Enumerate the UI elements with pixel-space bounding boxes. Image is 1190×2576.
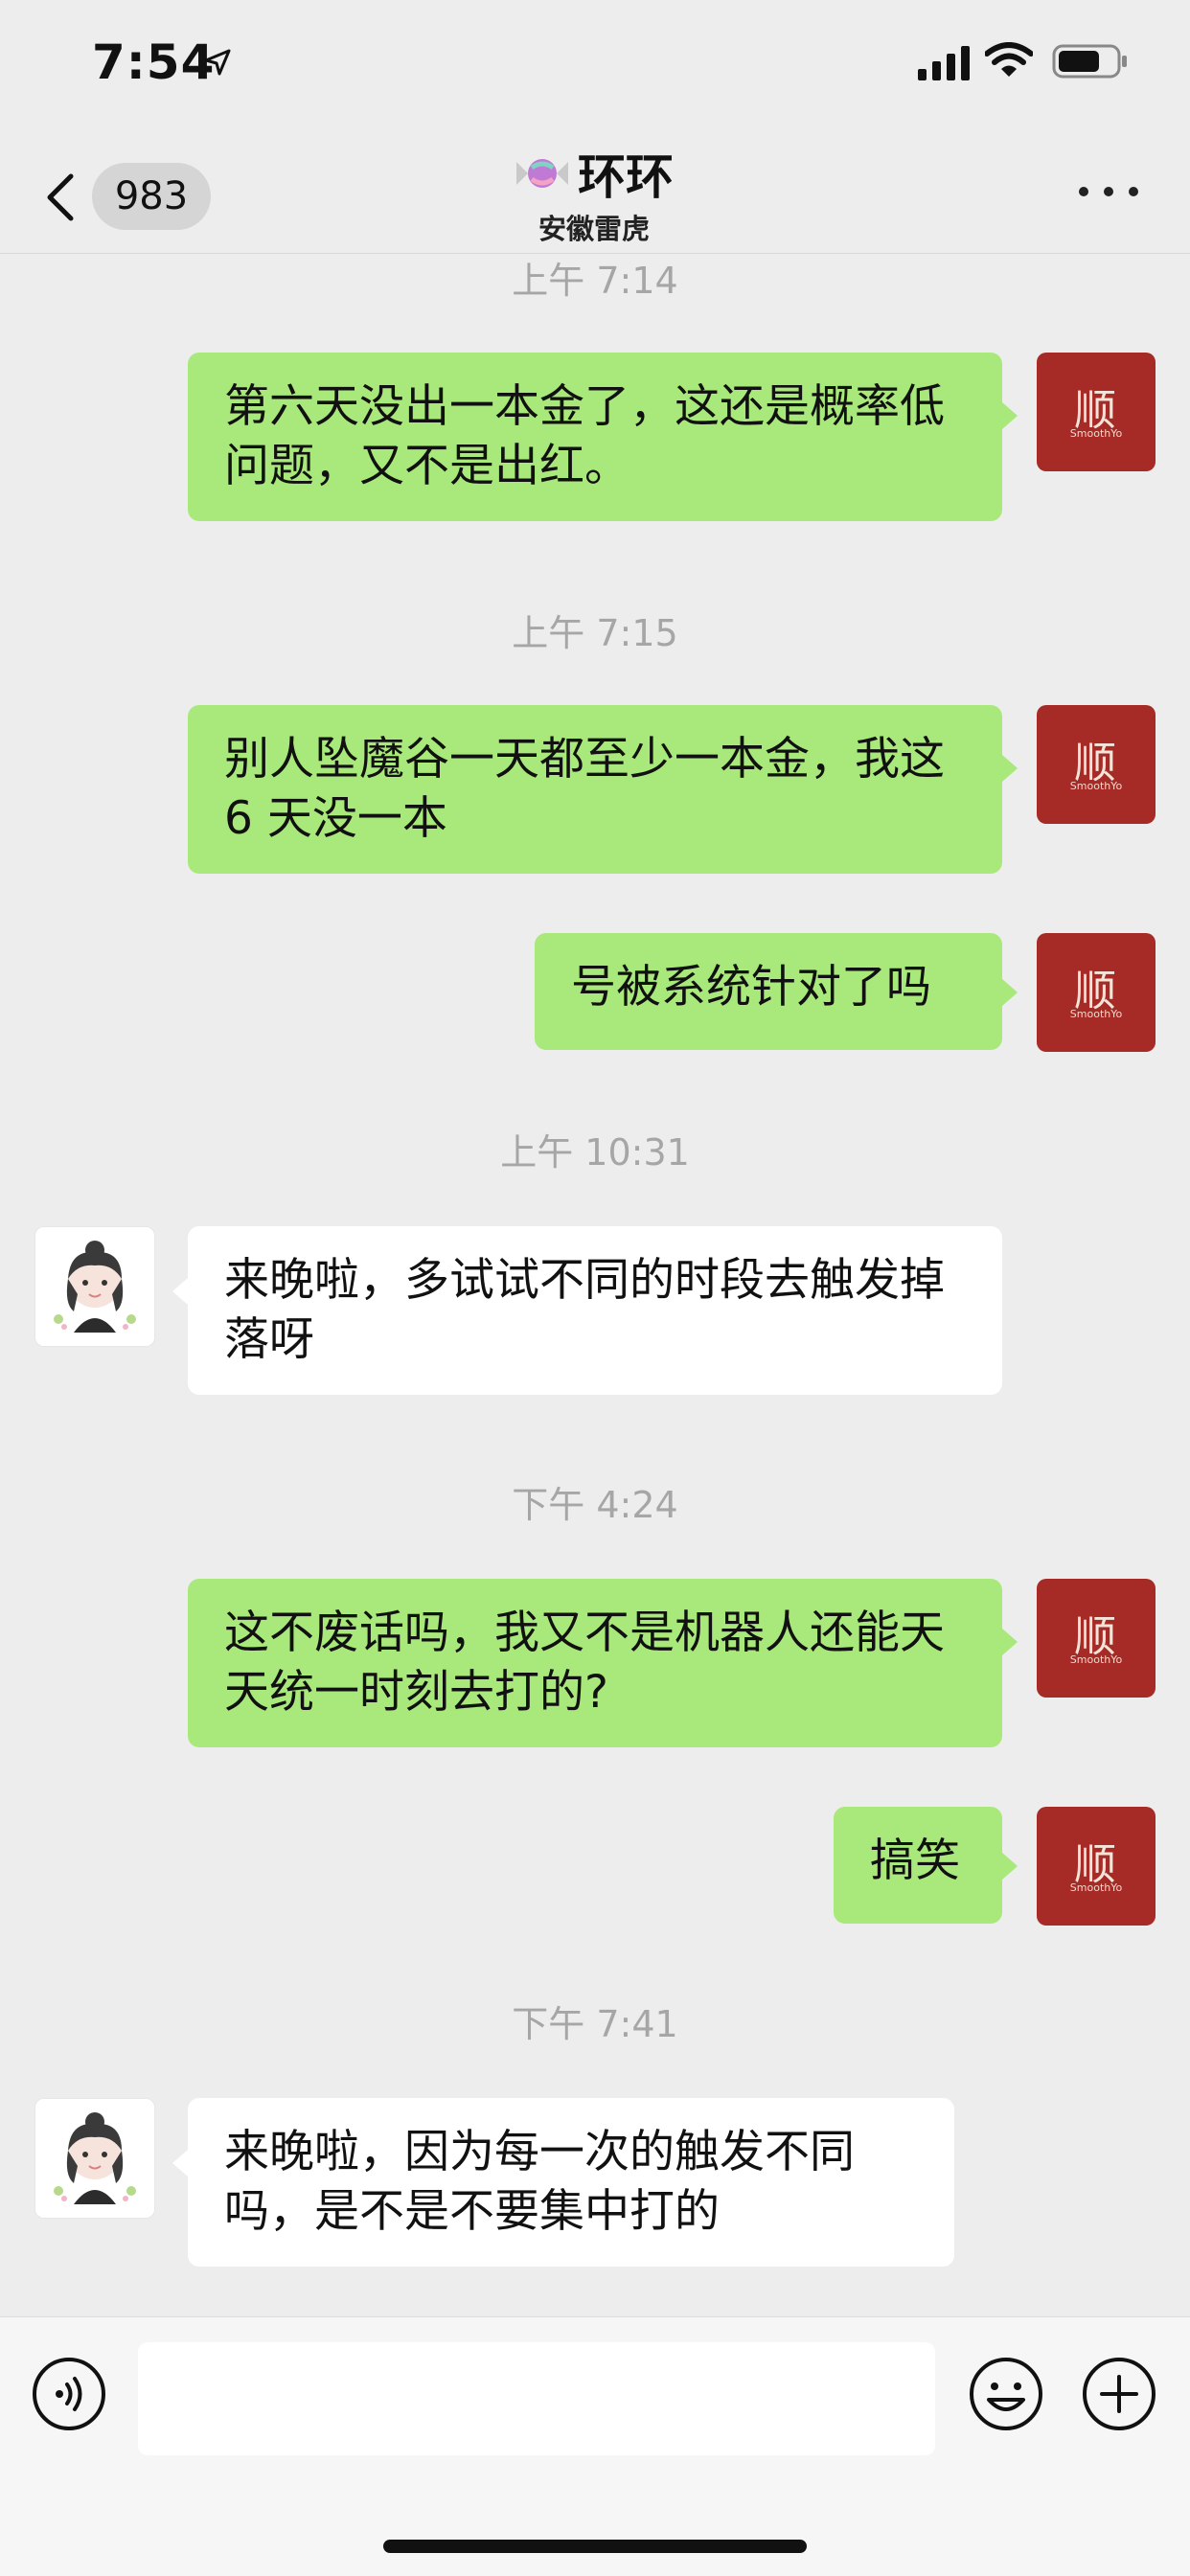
cellular-signal-icon — [918, 46, 970, 80]
received-message-bubble[interactable]: 来晚啦，因为每一次的触发不同吗，是不是不要集中打的 — [188, 2098, 954, 2267]
bubble-tail — [1002, 1629, 1018, 1655]
contact-avatar[interactable] — [34, 2098, 155, 2219]
sent-message-bubble[interactable]: 第六天没出一本金了，这还是概率低问题，又不是出红。 — [188, 353, 1002, 521]
sent-message-bubble[interactable]: 这不废话吗，我又不是机器人还能天天统一时刻去打的? — [188, 1579, 1002, 1747]
chat-input-bar — [0, 2316, 1190, 2576]
girl-avatar-icon — [35, 2099, 154, 2218]
chat-title-block[interactable]: 环环 安徽雷虎 — [355, 144, 834, 249]
bubble-tail — [1002, 979, 1018, 1006]
timestamp: 下午 4:24 — [512, 1484, 678, 1526]
avatar-logo-subtext: SmoothYo — [1069, 1653, 1123, 1666]
avatar-logo-subtext: SmoothYo — [1069, 780, 1123, 792]
bubble-tail — [172, 1278, 188, 1305]
girl-avatar-icon — [35, 1227, 154, 1346]
more-dot-icon — [1079, 187, 1088, 196]
home-indicator[interactable] — [383, 2540, 807, 2553]
avatar-logo-subtext: SmoothYo — [1069, 1008, 1123, 1020]
battery-icon — [1052, 44, 1127, 79]
message-input[interactable] — [138, 2342, 935, 2455]
bubble-tail — [1002, 402, 1018, 429]
my-avatar[interactable]: 顺 SmoothYo — [1037, 705, 1156, 824]
back-button[interactable]: 983 — [38, 161, 220, 232]
chat-header: 983 环环 安徽雷虎 — [0, 134, 1190, 254]
more-dot-icon — [1104, 187, 1113, 196]
chevron-left-icon — [47, 173, 74, 221]
sent-message-bubble[interactable]: 号被系统针对了吗 — [535, 933, 1002, 1050]
bubble-tail — [172, 2150, 188, 2177]
location-arrow-icon — [204, 49, 231, 76]
timestamp: 上午 10:31 — [500, 1131, 690, 1174]
status-bar: 7:54 — [0, 0, 1190, 134]
timestamp: 下午 7:41 — [512, 2003, 678, 2045]
unread-count-badge: 983 — [92, 163, 211, 230]
bubble-tail — [1002, 1853, 1018, 1880]
my-avatar[interactable]: 顺 SmoothYo — [1037, 1807, 1156, 1926]
candy-icon — [516, 159, 568, 188]
more-dot-icon — [1129, 187, 1138, 196]
my-avatar[interactable]: 顺 SmoothYo — [1037, 353, 1156, 471]
my-avatar[interactable]: 顺 SmoothYo — [1037, 1579, 1156, 1698]
emoji-icon[interactable] — [968, 2356, 1044, 2432]
chat-subtitle: 安徽雷虎 — [538, 213, 650, 245]
sent-message-bubble[interactable]: 搞笑 — [834, 1807, 1002, 1924]
contact-avatar[interactable] — [34, 1226, 155, 1347]
received-message-bubble[interactable]: 来晚啦，多试试不同的时段去触发掉落呀 — [188, 1226, 1002, 1395]
timestamp: 上午 7:14 — [512, 260, 678, 302]
wifi-icon — [985, 42, 1033, 77]
my-avatar[interactable]: 顺 SmoothYo — [1037, 933, 1156, 1052]
status-time: 7:54 — [92, 34, 216, 90]
bubble-tail — [1002, 755, 1018, 782]
more-options-button[interactable] — [1079, 182, 1138, 201]
avatar-logo-subtext: SmoothYo — [1069, 427, 1123, 440]
plus-icon[interactable] — [1081, 2356, 1157, 2432]
sent-message-bubble[interactable]: 别人坠魔谷一天都至少一本金，我这 6 天没一本 — [188, 705, 1002, 874]
timestamp: 上午 7:15 — [512, 612, 678, 654]
chat-title: 环环 — [578, 149, 674, 205]
avatar-logo-subtext: SmoothYo — [1069, 1881, 1123, 1894]
voice-input-icon[interactable] — [31, 2356, 107, 2432]
